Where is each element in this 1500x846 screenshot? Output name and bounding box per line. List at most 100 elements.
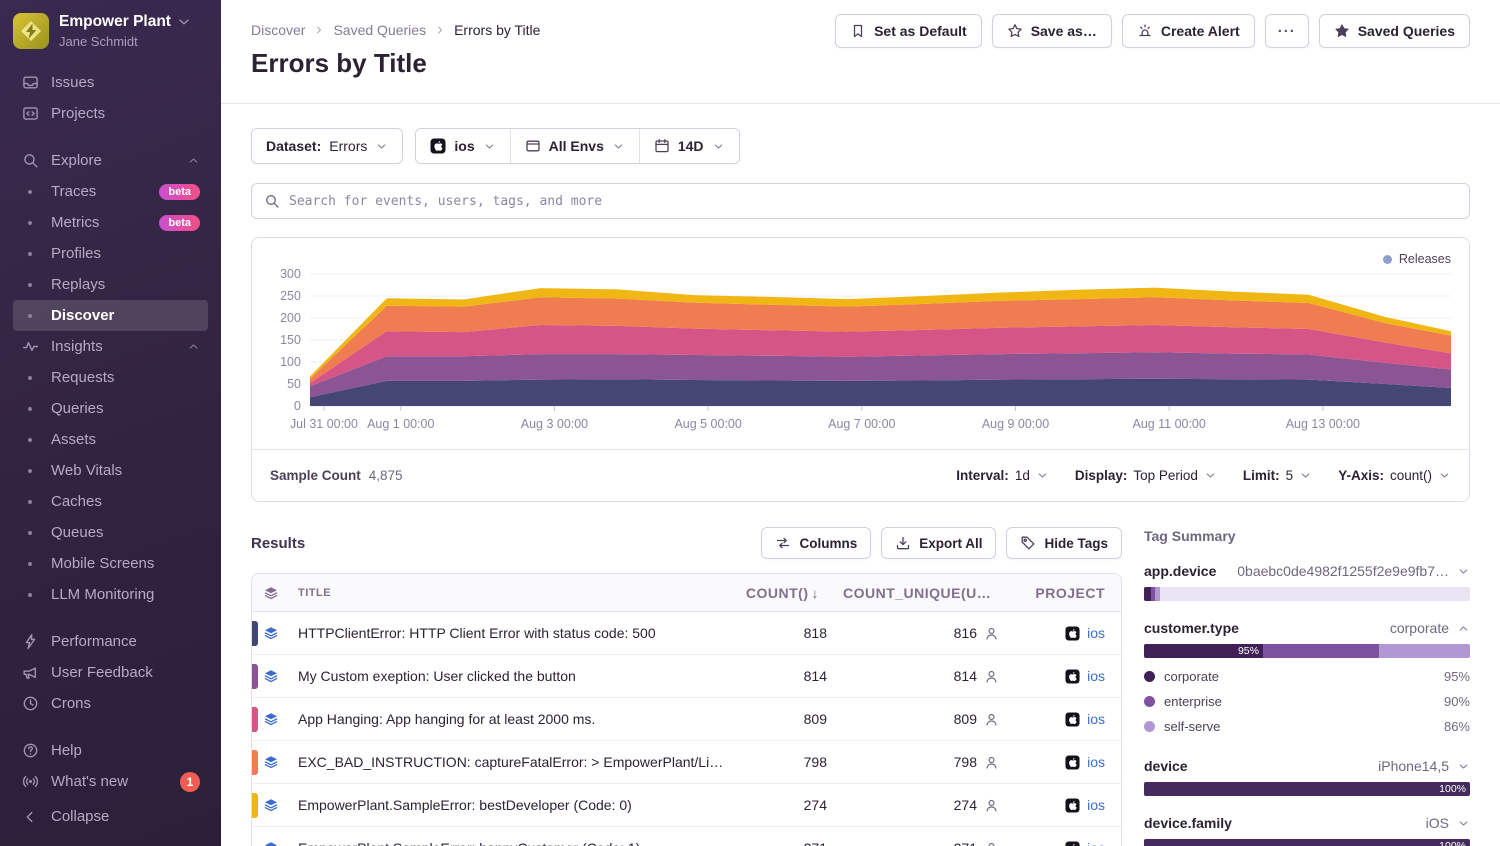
- project-filter[interactable]: ios: [416, 129, 509, 163]
- stacked-area-chart[interactable]: 050100150200250300Jul 31 00:00Aug 1 00:0…: [252, 238, 1469, 449]
- sidebar-item-traces[interactable]: Tracesbeta: [13, 176, 208, 207]
- user-icon: [984, 841, 999, 846]
- export-all-button[interactable]: Export All: [881, 527, 996, 559]
- collapse-label: Collapse: [51, 808, 200, 825]
- sidebar-item-insights[interactable]: Insights: [13, 331, 208, 362]
- tag-section-header[interactable]: app.device0baebc0de4982f1255f2e9e9fb7…: [1144, 563, 1470, 579]
- sidebar-item-caches[interactable]: Caches: [13, 486, 208, 517]
- table-row: EmpowerPlant.SampleError: happyCustomer …: [252, 827, 1121, 846]
- project-link[interactable]: ios: [1087, 711, 1105, 727]
- tag-legend-row[interactable]: enterprise90%: [1144, 689, 1470, 714]
- sidebar-item-crons[interactable]: Crons: [13, 688, 208, 719]
- tag-section-header[interactable]: deviceiPhone14,5: [1144, 758, 1470, 774]
- tag-section-customer-type: customer.typecorporate 95% corporate95%ent…: [1144, 620, 1470, 739]
- chevron-up-icon: [1457, 622, 1470, 635]
- org-switcher[interactable]: Empower Plant Jane Schmidt: [13, 13, 208, 49]
- column-header-count[interactable]: COUNT()↓: [735, 585, 835, 601]
- project-link[interactable]: ios: [1087, 754, 1105, 770]
- sidebar-item-explore[interactable]: Explore: [13, 145, 208, 176]
- apple-icon: [1065, 755, 1080, 770]
- sidebar-item-user-feedback[interactable]: User Feedback: [13, 657, 208, 688]
- error-title-link[interactable]: My Custom exeption: User clicked the but…: [290, 668, 735, 684]
- sidebar-item-performance[interactable]: Performance: [13, 626, 208, 657]
- legend-dot-icon: [1144, 696, 1155, 707]
- sidebar-item-web-vitals[interactable]: Web Vitals: [13, 455, 208, 486]
- project-cell: ios: [1015, 840, 1121, 846]
- tag-distribution-bar[interactable]: [1144, 587, 1470, 601]
- sidebar-item-profiles[interactable]: Profiles: [13, 238, 208, 269]
- sidebar-item-mobile-screens[interactable]: Mobile Screens: [13, 548, 208, 579]
- display-selector[interactable]: Display:Top Period: [1075, 468, 1217, 483]
- search-input[interactable]: [289, 184, 1457, 218]
- column-header-count-unique[interactable]: COUNT_UNIQUE(USER): [835, 585, 1015, 601]
- project-link[interactable]: ios: [1087, 668, 1105, 684]
- tag-legend-row[interactable]: corporate95%: [1144, 664, 1470, 689]
- column-header-title[interactable]: TITLE: [290, 587, 735, 599]
- sidebar-item-issues[interactable]: Issues: [13, 67, 208, 98]
- tag-key: device: [1144, 758, 1188, 774]
- error-title-link[interactable]: EXC_BAD_INSTRUCTION: captureFatalError: …: [290, 754, 735, 770]
- create-alert-button[interactable]: Create Alert: [1122, 14, 1255, 48]
- bullet-icon: [28, 407, 32, 411]
- releases-legend-toggle[interactable]: Releases: [1383, 252, 1451, 266]
- results-heading: Results: [251, 535, 305, 552]
- tag-section-header[interactable]: customer.typecorporate: [1144, 620, 1470, 636]
- chevron-down-icon: [375, 140, 388, 153]
- chevron-down-icon: [483, 140, 496, 153]
- error-title-link[interactable]: HTTPClientError: HTTP Client Error with …: [290, 625, 735, 641]
- breadcrumb-saved-queries[interactable]: Saved Queries: [333, 22, 426, 38]
- date-range-filter[interactable]: 14D: [639, 129, 739, 163]
- user-icon: [984, 755, 999, 770]
- error-title-link[interactable]: EmpowerPlant.SampleError: bestDeveloper …: [290, 797, 735, 813]
- user-icon: [984, 798, 999, 813]
- sidebar-item-projects[interactable]: Projects: [13, 98, 208, 129]
- saved-queries-button[interactable]: Saved Queries: [1319, 14, 1470, 48]
- sidebar-item-help[interactable]: Help: [13, 735, 208, 766]
- broadcast-icon: [19, 773, 41, 790]
- yaxis-selector[interactable]: Y-Axis:count(): [1338, 468, 1451, 483]
- project-link[interactable]: ios: [1087, 625, 1105, 641]
- hide-tags-button[interactable]: Hide Tags: [1006, 527, 1122, 559]
- siren-icon: [1137, 23, 1153, 39]
- error-title-link[interactable]: EmpowerPlant.SampleError: happyCustomer …: [290, 840, 735, 846]
- sidebar-item-discover[interactable]: Discover: [13, 300, 208, 331]
- svg-text:Aug 13 00:00: Aug 13 00:00: [1286, 417, 1360, 431]
- stack-icon[interactable]: [252, 840, 290, 846]
- sidebar-item-queries[interactable]: Queries: [13, 393, 208, 424]
- sidebar-item-whats-new[interactable]: What's new1: [13, 766, 208, 797]
- sidebar-collapse-button[interactable]: Collapse: [13, 801, 208, 832]
- breadcrumb-discover[interactable]: Discover: [251, 22, 305, 38]
- more-options-button[interactable]: ···: [1265, 14, 1309, 48]
- table-header-row: TITLE COUNT()↓ COUNT_UNIQUE(USER) PROJEC…: [252, 574, 1121, 612]
- sidebar-item-llm-monitoring[interactable]: LLM Monitoring: [13, 579, 208, 610]
- dataset-selector[interactable]: Dataset: Errors: [251, 128, 403, 164]
- table-row: HTTPClientError: HTTP Client Error with …: [252, 612, 1121, 655]
- limit-selector[interactable]: Limit:5: [1243, 468, 1312, 483]
- save-as-button[interactable]: Save as…: [992, 14, 1112, 48]
- interval-selector[interactable]: Interval:1d: [956, 468, 1049, 483]
- tag-distribution-bar[interactable]: 95%: [1144, 644, 1470, 658]
- column-header-project[interactable]: PROJECT: [1015, 585, 1121, 601]
- tag-distribution-bar[interactable]: 100%: [1144, 782, 1470, 796]
- sidebar-item-assets[interactable]: Assets: [13, 424, 208, 455]
- project-link[interactable]: ios: [1087, 797, 1105, 813]
- tag-distribution-bar[interactable]: 100%: [1144, 839, 1470, 846]
- set-as-default-button[interactable]: Set as Default: [835, 14, 982, 48]
- environment-filter[interactable]: All Envs: [510, 129, 639, 163]
- chevron-down-icon: [712, 140, 725, 153]
- sidebar-item-queues[interactable]: Queues: [13, 517, 208, 548]
- sidebar-item-replays[interactable]: Replays: [13, 269, 208, 300]
- org-logo-icon: [13, 13, 49, 49]
- sidebar-item-metrics[interactable]: Metricsbeta: [13, 207, 208, 238]
- page-header: Discover Saved Queries Errors by Title E…: [221, 0, 1500, 104]
- tag-section-header[interactable]: device.familyiOS: [1144, 815, 1470, 831]
- sidebar-item-label: Help: [51, 742, 200, 759]
- ellipsis-icon: ···: [1278, 23, 1296, 40]
- error-title-link[interactable]: App Hanging: App hanging for at least 20…: [290, 711, 735, 727]
- tag-legend-row[interactable]: self-serve86%: [1144, 714, 1470, 739]
- sidebar-item-requests[interactable]: Requests: [13, 362, 208, 393]
- count-unique-value: 816: [835, 625, 1015, 641]
- chevron-up-icon: [187, 154, 200, 167]
- project-link[interactable]: ios: [1087, 840, 1105, 846]
- columns-button[interactable]: Columns: [761, 527, 871, 559]
